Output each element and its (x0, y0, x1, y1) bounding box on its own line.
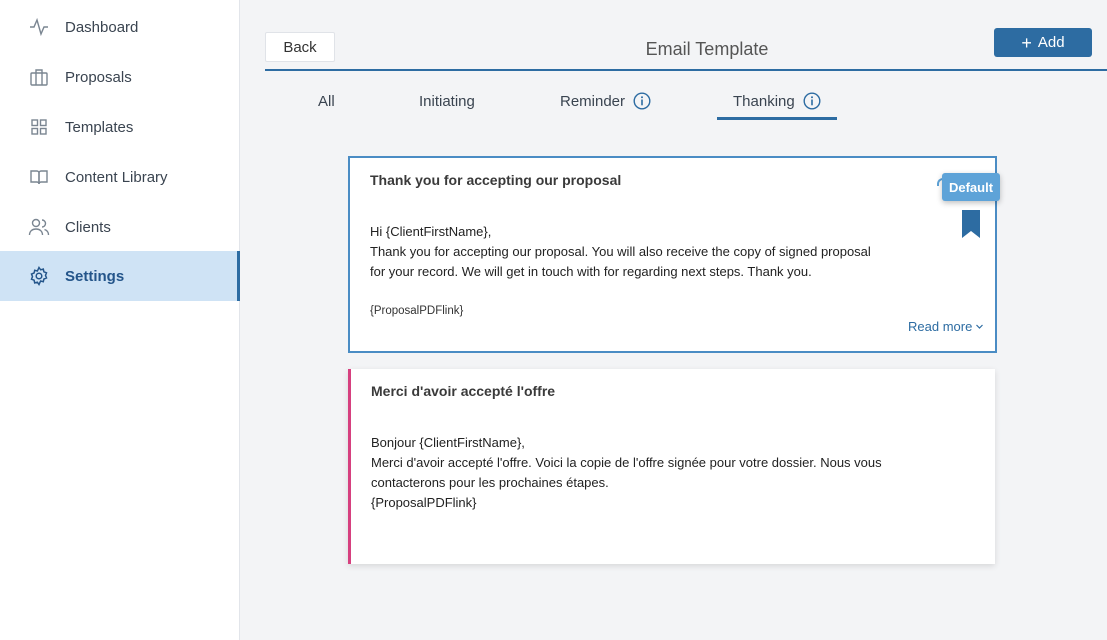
template-line: contacterons pour les prochaines étapes. (371, 475, 609, 490)
header-divider (265, 69, 1107, 71)
chevron-down-icon (976, 324, 984, 329)
template-body: Hi {ClientFirstName}, Thank you for acce… (370, 222, 871, 282)
users-icon (28, 216, 50, 238)
sidebar-item-dashboard[interactable]: Dashboard (0, 2, 239, 52)
template-card-default[interactable]: Thank you for accepting our proposal Hi … (348, 156, 1000, 353)
activity-icon (28, 16, 50, 38)
briefcase-icon (28, 66, 50, 88)
gear-icon (28, 265, 50, 287)
add-button-label: Add (1037, 34, 1065, 51)
page-title: Email Template (645, 39, 769, 59)
bookmark-icon[interactable] (962, 210, 980, 238)
sidebar: Dashboard Proposals Templates Content Li… (0, 0, 240, 640)
template-line: Thank you for accepting our proposal. Yo… (370, 244, 871, 259)
sidebar-item-content-library[interactable]: Content Library (0, 152, 239, 202)
active-tab-indicator (717, 117, 837, 120)
tab-label: Thanking (733, 92, 795, 110)
template-line: Bonjour {ClientFirstName}, (371, 435, 525, 450)
sidebar-item-templates[interactable]: Templates (0, 102, 239, 152)
info-icon[interactable] (803, 92, 821, 110)
sidebar-item-label: Proposals (65, 68, 132, 86)
read-more-link[interactable]: Read more (908, 319, 984, 334)
read-more-label: Read more (908, 319, 973, 334)
sidebar-item-label: Dashboard (65, 18, 139, 36)
tab-label: All (318, 92, 335, 110)
add-button[interactable]: + Add (994, 28, 1092, 57)
sidebar-item-label: Content Library (65, 168, 168, 186)
sidebar-item-label: Settings (65, 267, 125, 285)
main-content: Back Email Template + Add All Initiating… (240, 0, 1107, 640)
book-icon (28, 166, 50, 188)
tab-initiating[interactable]: Initiating (419, 90, 475, 112)
sidebar-item-label: Clients (65, 218, 111, 236)
template-footer: {ProposalPDFlink} (370, 305, 464, 317)
info-icon[interactable] (633, 92, 651, 110)
template-line: Hi {ClientFirstName}, (370, 224, 492, 239)
template-title: Thank you for accepting our proposal (370, 172, 622, 188)
sidebar-item-clients[interactable]: Clients (0, 202, 239, 252)
sidebar-item-proposals[interactable]: Proposals (0, 52, 239, 102)
tab-thanking[interactable]: Thanking (733, 90, 821, 112)
tab-reminder[interactable]: Reminder (560, 90, 651, 112)
template-line: Merci d'avoir accepté l'offre. Voici la … (371, 455, 882, 470)
default-tooltip: Default (942, 173, 1000, 201)
back-button[interactable]: Back (265, 32, 335, 62)
sidebar-item-settings[interactable]: Settings (0, 251, 240, 301)
tab-all[interactable]: All (318, 90, 335, 112)
template-line: for your record. We will get in touch wi… (370, 264, 812, 279)
template-title: Merci d'avoir accepté l'offre (371, 383, 556, 399)
sidebar-item-label: Templates (65, 118, 134, 136)
template-card[interactable]: Merci d'avoir accepté l'offre Bonjour {C… (348, 369, 995, 564)
grid-icon (28, 116, 50, 138)
tab-label: Initiating (419, 92, 475, 110)
plus-icon: + (1021, 32, 1032, 53)
template-body: Bonjour {ClientFirstName}, Merci d'avoir… (371, 433, 882, 513)
template-line: {ProposalPDFlink} (371, 495, 477, 510)
tab-label: Reminder (560, 92, 626, 110)
